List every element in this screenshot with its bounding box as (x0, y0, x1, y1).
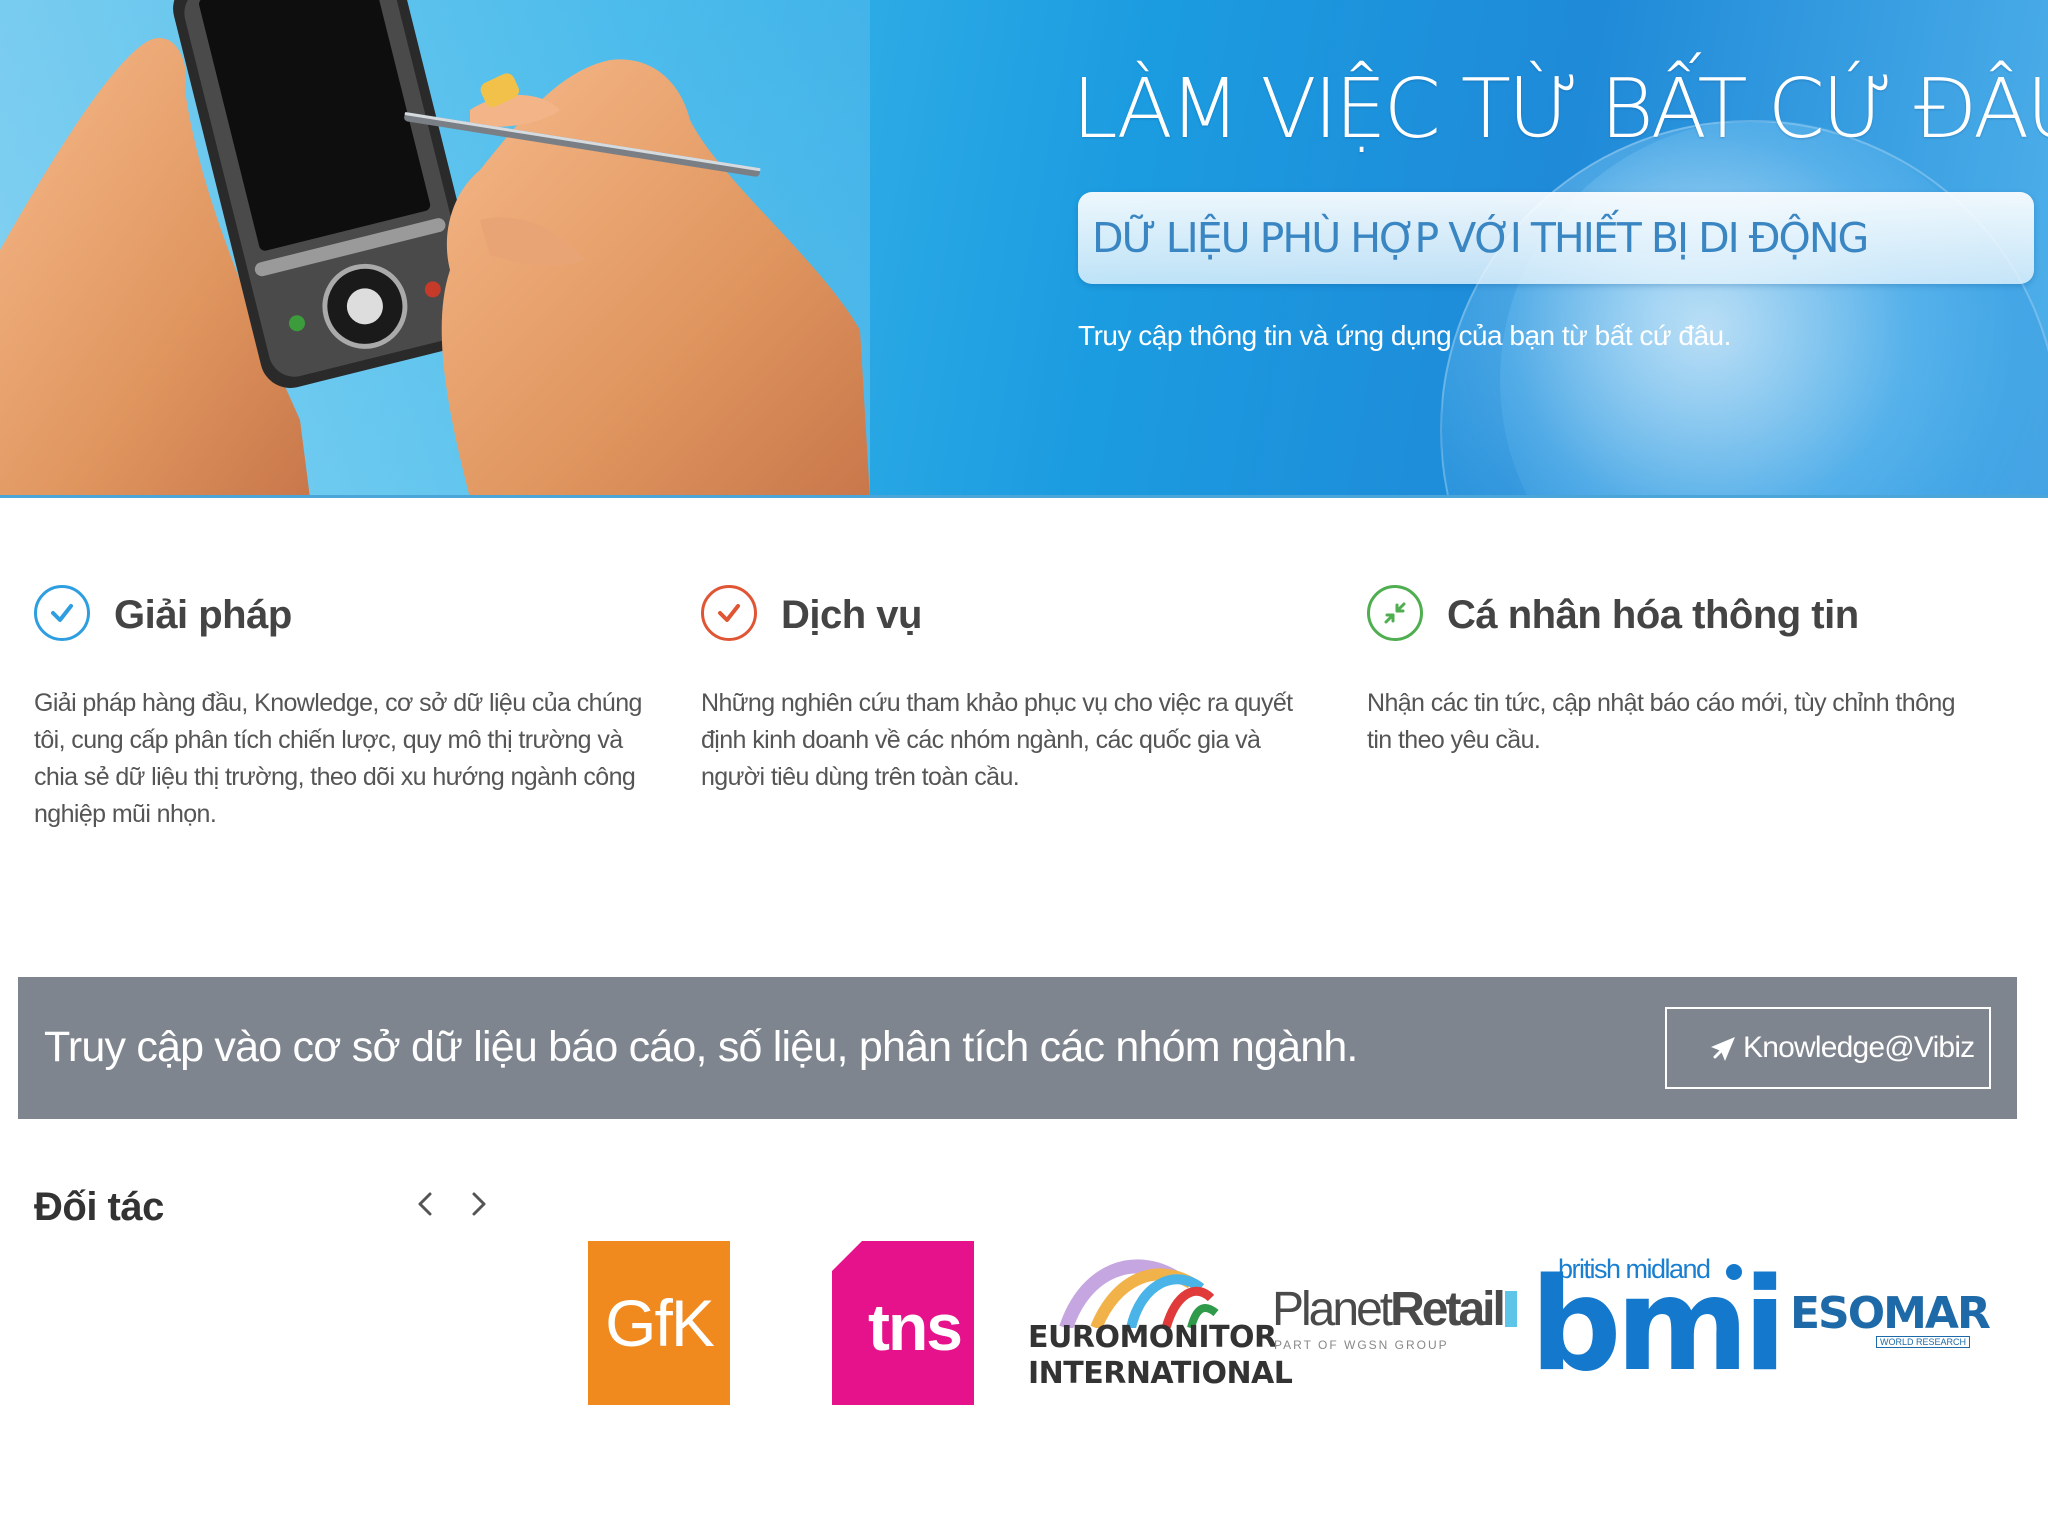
chevron-right-icon (472, 1192, 486, 1216)
feature-title: Giải pháp (114, 593, 292, 637)
hero-phone-hands-image (0, 0, 870, 495)
feature-title: Cá nhân hóa thông tin (1447, 593, 1859, 637)
feature-title: Dịch vụ (781, 593, 922, 637)
partner-logo-esomar[interactable]: ESOMAR WORLD RESEARCH (1790, 1288, 1991, 1348)
tns-logo-text: tns (868, 1290, 963, 1364)
planet-retail-tagline: PART OF WGSN GROUP (1274, 1338, 1449, 1352)
euromonitor-line2: INTERNATIONAL (1028, 1356, 1293, 1391)
planet-retail-wordmark: PlanetRetail (1272, 1282, 1517, 1337)
hero-tagline: DỮ LIỆU PHÙ HỢP VỚI THIẾT BỊ DI ĐỘNG (1092, 214, 1869, 262)
esomar-logo-text: ESOMAR (1790, 1288, 1991, 1339)
cta-text: Truy cập vào cơ sở dữ liệu báo cáo, số l… (44, 1023, 1358, 1071)
check-circle-icon (34, 585, 90, 641)
cta-bar: Truy cập vào cơ sở dữ liệu báo cáo, số l… (18, 977, 2017, 1119)
feature-description: Giải pháp hàng đầu, Knowledge, cơ sở dữ … (34, 689, 642, 828)
check-circle-icon (701, 585, 757, 641)
hero-banner: LÀM VIỆC TỪ BẤT CỨ ĐÂU DỮ LIỆU PHÙ HỢP V… (0, 0, 2048, 498)
esomar-tagline: WORLD RESEARCH (1876, 1336, 1971, 1348)
partner-logo-gfk[interactable]: GfK (588, 1241, 730, 1405)
hero-subtitle: Truy cập thông tin và ứng dụng của bạn t… (1078, 320, 1731, 351)
hero-title: LÀM VIỆC TỪ BẤT CỨ ĐÂU (1072, 62, 2048, 157)
chevron-left-icon (418, 1192, 432, 1216)
euromonitor-arches-graphic (1059, 1259, 1219, 1331)
bmi-dot (1726, 1264, 1742, 1280)
compress-arrows-icon (1367, 585, 1423, 641)
partner-logo-euromonitor[interactable]: EUROMONITOR INTERNATIONAL (1026, 1258, 1293, 1394)
feature-description: Nhận các tin tức, cập nhật báo cáo mới, … (1367, 689, 1956, 754)
partner-logo-tns[interactable]: tns (832, 1241, 974, 1405)
feature-description: Những nghiên cứu tham khảo phục vụ cho v… (701, 689, 1293, 791)
bmi-logo-text: bmi (1530, 1251, 1787, 1400)
partners-title: Đối tác (34, 1185, 164, 1229)
partner-logo-bmi[interactable]: british midland bmi (1530, 1254, 1787, 1402)
partners-prev-button[interactable] (408, 1186, 444, 1222)
euromonitor-line1: EUROMONITOR (1028, 1320, 1277, 1355)
partners-next-button[interactable] (460, 1186, 496, 1222)
gfk-logo-text: GfK (605, 1286, 715, 1360)
partner-logo-planet-retail[interactable]: PlanetRetail PART OF WGSN GROUP (1272, 1282, 1517, 1362)
knowledge-vibiz-label: Knowledge@Vibiz (1743, 1031, 1975, 1064)
rocket-icon (1711, 1037, 1735, 1061)
hero-tagline-pill: DỮ LIỆU PHÙ HỢP VỚI THIẾT BỊ DI ĐỘNG (1078, 192, 2034, 284)
knowledge-vibiz-button[interactable]: Knowledge@Vibiz (1665, 1007, 1991, 1089)
